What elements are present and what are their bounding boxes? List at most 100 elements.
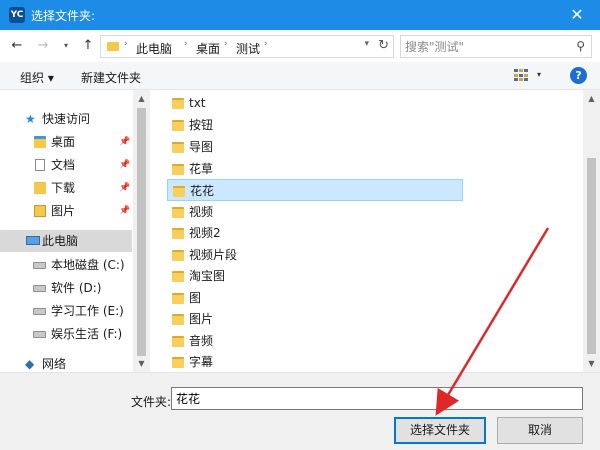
sidebar-item-desktop[interactable]: 桌面 📌 xyxy=(0,131,132,153)
scroll-up-icon[interactable]: ▲ xyxy=(583,90,600,107)
scroll-down-icon[interactable]: ▼ xyxy=(133,355,150,372)
scrollbar-thumb[interactable] xyxy=(137,108,146,356)
search-input[interactable] xyxy=(405,38,565,55)
recent-locations-chevron-icon[interactable]: ▾ xyxy=(60,37,72,55)
address-row: ← → ▾ ↑ › 此电脑 › 桌面 › 测试 › ▾ ↻ ⚲ xyxy=(0,30,600,62)
folder-icon xyxy=(172,250,184,261)
list-item[interactable]: 字幕 xyxy=(167,351,463,372)
sidebar-item-label: 文档 xyxy=(51,158,76,172)
folder-icon xyxy=(172,142,184,153)
toolbar: 组织 ▾ 新建文件夹 ▾ ? xyxy=(0,62,600,90)
folder-name: 导图 xyxy=(189,140,214,154)
folder-icon xyxy=(172,293,184,304)
file-list: txt 按钮 导图 花草 花花 视频 视频2 视频片段 淘宝图 图 图片 音频 … xyxy=(151,90,583,372)
sidebar-item-label: 此电脑 xyxy=(42,234,79,248)
breadcrumb-test[interactable]: 测试 xyxy=(236,40,260,57)
up-arrow-icon[interactable]: ↑ xyxy=(79,37,97,55)
folder-icon xyxy=(172,98,184,109)
view-dropdown-icon[interactable]: ▾ xyxy=(537,70,541,79)
cancel-button[interactable]: 取消 xyxy=(497,417,583,444)
download-icon xyxy=(34,182,46,194)
search-box[interactable]: ⚲ xyxy=(400,35,592,58)
window-title: 选择文件夹: xyxy=(31,9,96,23)
file-list-scrollbar[interactable]: ▲ ▼ xyxy=(583,90,600,372)
breadcrumb-desktop[interactable]: 桌面 xyxy=(196,40,220,57)
drive-icon xyxy=(33,331,46,338)
organize-menu[interactable]: 组织 ▾ xyxy=(20,69,54,86)
sidebar-item-pictures[interactable]: 图片 📌 xyxy=(0,200,132,222)
folder-name: 视频片段 xyxy=(189,248,238,262)
folder-name-field[interactable] xyxy=(171,387,583,410)
select-folder-button[interactable]: 选择文件夹 xyxy=(394,417,486,444)
folder-name: 按钮 xyxy=(189,118,214,132)
search-icon[interactable]: ⚲ xyxy=(576,39,585,53)
scroll-down-icon[interactable]: ▼ xyxy=(583,355,600,372)
sidebar-item-this-pc[interactable]: 此电脑 xyxy=(0,230,132,252)
scroll-up-icon[interactable]: ▲ xyxy=(133,90,150,107)
list-item[interactable]: 视频 xyxy=(167,201,463,223)
navigation-pane: ★ 快速访问 桌面 📌 文档 📌 下载 📌 图片 📌 此电脑 本地磁盘 (C:)… xyxy=(0,90,150,372)
address-dropdown-icon[interactable]: ▾ xyxy=(364,39,369,49)
breadcrumb-separator-icon[interactable]: › xyxy=(264,39,268,49)
forward-arrow-icon[interactable]: → xyxy=(34,37,52,55)
list-item[interactable]: 花草 xyxy=(167,158,463,180)
list-item[interactable]: 视频片段 xyxy=(167,244,463,266)
sidebar-item-drive-e[interactable]: 学习工作 (E:) xyxy=(0,300,132,322)
sidebar-item-label: 桌面 xyxy=(51,135,76,149)
folder-icon xyxy=(172,164,184,175)
pin-icon[interactable]: 📌 xyxy=(119,131,130,153)
address-bar[interactable]: › 此电脑 › 桌面 › 测试 › ▾ ↻ xyxy=(100,35,394,58)
new-folder-button[interactable]: 新建文件夹 xyxy=(81,69,141,86)
folder-name: 淘宝图 xyxy=(189,269,226,283)
sidebar-item-quick-access[interactable]: ★ 快速访问 xyxy=(0,108,132,130)
back-arrow-icon[interactable]: ← xyxy=(8,37,26,55)
list-item-selected[interactable]: 花花 xyxy=(167,179,463,201)
sidebar-item-drive-c[interactable]: 本地磁盘 (C:) xyxy=(0,254,132,276)
list-item[interactable]: 音频 xyxy=(167,330,463,352)
network-icon: ◆ xyxy=(25,357,35,371)
sidebar-item-downloads[interactable]: 下载 📌 xyxy=(0,177,132,199)
folder-icon xyxy=(107,42,119,51)
folder-name: 花花 xyxy=(190,184,215,198)
breadcrumb-separator-icon[interactable]: › xyxy=(224,39,228,49)
sidebar-scrollbar[interactable]: ▲ ▼ xyxy=(133,90,150,372)
folder-name: 字幕 xyxy=(189,355,214,369)
dialog-footer: 文件夹: 选择文件夹 取消 xyxy=(0,372,600,450)
folder-icon xyxy=(172,314,184,325)
list-item[interactable]: 淘宝图 xyxy=(167,265,463,287)
pin-icon[interactable]: 📌 xyxy=(119,200,130,222)
pin-icon[interactable]: 📌 xyxy=(119,177,130,199)
view-options-icon[interactable] xyxy=(514,69,528,82)
folder-icon xyxy=(172,207,184,218)
folder-icon xyxy=(172,336,184,347)
folder-name: 音频 xyxy=(189,334,214,348)
list-item[interactable]: txt xyxy=(167,92,463,114)
drive-icon xyxy=(33,308,46,315)
list-item[interactable]: 图片 xyxy=(167,308,463,330)
refresh-icon[interactable]: ↻ xyxy=(378,38,389,53)
breadcrumb-separator-icon[interactable]: › xyxy=(184,39,188,49)
breadcrumb-this-pc[interactable]: 此电脑 xyxy=(136,40,172,57)
list-item[interactable]: 视频2 xyxy=(167,222,463,244)
sidebar-item-label: 下载 xyxy=(51,181,76,195)
help-icon[interactable]: ? xyxy=(570,67,587,84)
sidebar-item-drive-d[interactable]: 软件 (D:) xyxy=(0,277,132,299)
title-bar: YC 选择文件夹: ✕ xyxy=(0,0,600,30)
list-item[interactable]: 图 xyxy=(167,287,463,309)
sidebar-item-label: 快速访问 xyxy=(42,112,91,126)
folder-name: 图片 xyxy=(189,312,214,326)
sidebar-item-documents[interactable]: 文档 📌 xyxy=(0,154,132,176)
list-item[interactable]: 导图 xyxy=(167,136,463,158)
drive-icon xyxy=(33,285,46,292)
scrollbar-thumb[interactable] xyxy=(587,158,596,354)
folder-name: 图 xyxy=(189,291,202,305)
folder-name: 视频2 xyxy=(189,226,221,240)
close-icon[interactable]: ✕ xyxy=(554,0,600,30)
computer-icon xyxy=(26,236,40,245)
pin-icon[interactable]: 📌 xyxy=(119,154,130,176)
sidebar-item-drive-f[interactable]: 娱乐生活 (F:) xyxy=(0,323,132,345)
list-item[interactable]: 按钮 xyxy=(167,114,463,136)
pictures-icon xyxy=(34,205,46,217)
folder-icon xyxy=(172,120,184,131)
breadcrumb-separator-icon[interactable]: › xyxy=(124,39,128,49)
